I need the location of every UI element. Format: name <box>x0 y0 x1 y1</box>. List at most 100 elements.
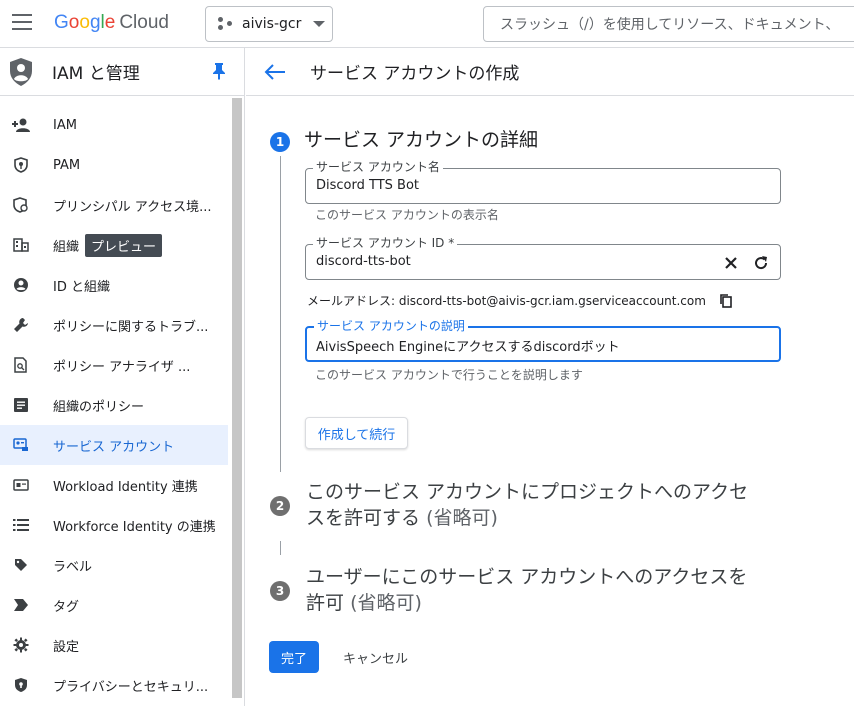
sidebar-item-settings[interactable]: 設定 <box>0 625 228 665</box>
document-search-icon <box>12 356 30 374</box>
step-3-title-line-2: 許可 <box>306 592 345 614</box>
sidebar-item-label: IAM <box>53 117 77 133</box>
search-input[interactable]: スラッシュ（/）を使用してリソース、ドキュメント、 <box>483 6 854 42</box>
project-selector[interactable]: aivis-gcr <box>205 6 333 42</box>
service-account-name-hint: このサービス アカウントの表示名 <box>315 208 499 222</box>
sidebar-item-pam[interactable]: PAM <box>0 145 228 185</box>
logo-letter: o <box>68 12 80 33</box>
logo-suffix: Cloud <box>119 12 169 33</box>
logo-letter: e <box>104 12 116 33</box>
step-2-title-line-1: このサービス アカウントにプロジェクトへのアクセ <box>306 481 749 503</box>
pin-icon[interactable] <box>212 62 226 80</box>
sidebar-item-label: プリンシパル アクセス境... <box>53 199 212 215</box>
project-icon <box>218 17 234 31</box>
sidebar-item-label: ポリシーに関するトラブ... <box>53 319 209 335</box>
cancel-button[interactable]: キャンセル <box>343 641 408 673</box>
sidebar-item-label: プライバシーとセキュリ... <box>53 679 209 695</box>
sidebar-item-org-policies[interactable]: 組織のポリシー <box>0 385 228 425</box>
sidebar-item-label: ラベル <box>53 559 93 575</box>
sidebar-item-workforce-identity[interactable]: Workforce Identity の連携 <box>0 505 228 545</box>
sidebar-header: IAM と管理 <box>0 48 244 96</box>
step-2-optional: (省略可) <box>426 507 498 529</box>
main-content: サービス アカウントの作成 1 サービス アカウントの詳細 サービス アカウント… <box>246 48 854 706</box>
sidebar-item-label: PAM <box>53 157 81 173</box>
sidebar-scrollbar[interactable] <box>232 98 242 698</box>
sidebar-item-workload-identity[interactable]: Workload Identity 連携 <box>0 465 228 505</box>
service-account-id-field[interactable]: サービス アカウント ID * discord-tts-bot <box>305 236 781 280</box>
menu-icon[interactable] <box>12 14 32 32</box>
sidebar-nav: IAM PAM プリンシパル アクセス境... 組織 プレビュー ID と組織 … <box>0 105 228 705</box>
sidebar-item-principal-access[interactable]: プリンシパル アクセス境... <box>0 185 228 225</box>
step-connector <box>280 541 281 555</box>
step-2-number: 2 <box>270 496 290 516</box>
page-header: サービス アカウントの作成 <box>246 48 854 96</box>
service-account-name-value: Discord TTS Bot <box>316 178 420 193</box>
logo-letter: o <box>79 12 90 33</box>
sidebar-item-label: 組織のポリシー <box>53 399 145 415</box>
tag-icon <box>12 596 30 614</box>
sidebar-item-tags[interactable]: タグ <box>0 585 228 625</box>
service-account-description-hint: このサービス アカウントで行うことを説明します <box>315 368 583 382</box>
step-connector <box>280 156 281 472</box>
logo-letter: g <box>89 12 101 33</box>
preview-badge: プレビュー <box>85 233 163 257</box>
done-button[interactable]: 完了 <box>269 641 319 673</box>
refresh-icon[interactable] <box>753 255 769 271</box>
back-arrow-icon[interactable] <box>264 63 286 80</box>
sidebar-title: IAM と管理 <box>52 64 140 84</box>
account-circle-icon <box>12 276 30 294</box>
sidebar-item-label: タグ <box>53 599 80 615</box>
list-document-icon <box>12 396 30 414</box>
step-1-number: 1 <box>270 132 290 152</box>
sidebar-item-policy-analyzer[interactable]: ポリシー アナライザ ... <box>0 345 228 385</box>
policy-icon <box>12 196 30 214</box>
clear-icon[interactable] <box>724 256 738 270</box>
service-account-icon <box>12 436 30 454</box>
sidebar-item-iam[interactable]: IAM <box>0 105 228 145</box>
top-bar: Google Cloud aivis-gcr スラッシュ（/）を使用してリソース、… <box>0 0 854 48</box>
sidebar-item-label: ID と組織 <box>53 279 110 295</box>
sidebar-item-service-accounts[interactable]: サービス アカウント <box>0 425 228 465</box>
sidebar-item-identity-org[interactable]: ID と組織 <box>0 265 228 305</box>
iam-shield-icon <box>10 57 32 86</box>
email-row: メールアドレス: discord-tts-bot@aivis-gcr.iam.g… <box>307 292 732 309</box>
chevron-down-icon <box>313 21 326 27</box>
search-placeholder: スラッシュ（/）を使用してリソース、ドキュメント、 <box>500 17 840 33</box>
sidebar-item-policy-troubleshooter[interactable]: ポリシーに関するトラブ... <box>0 305 228 345</box>
gear-icon <box>12 636 30 654</box>
project-name: aivis-gcr <box>242 16 302 32</box>
sidebar-item-label: ポリシー アナライザ ... <box>53 359 191 375</box>
email-address: メールアドレス: discord-tts-bot@aivis-gcr.iam.g… <box>307 294 706 308</box>
id-card-icon <box>12 476 30 494</box>
step-3-number: 3 <box>270 581 290 601</box>
privacy-shield-icon <box>12 676 30 694</box>
sidebar-item-privacy-security[interactable]: プライバシーとセキュリ... <box>0 665 228 705</box>
service-account-id-value: discord-tts-bot <box>316 254 411 269</box>
step-3-optional: (省略可) <box>350 592 422 614</box>
google-cloud-logo[interactable]: Google Cloud <box>54 12 169 34</box>
sidebar-item-label: 設定 <box>53 639 80 655</box>
step-2-title[interactable]: このサービス アカウントにプロジェクトへのアクセ スを許可する (省略可) <box>306 479 796 531</box>
building-icon <box>12 236 30 254</box>
service-account-name-field[interactable]: サービス アカウント名 Discord TTS Bot <box>305 160 781 204</box>
wrench-icon <box>12 316 30 334</box>
step-3-title[interactable]: ユーザーにこのサービス アカウントへのアクセスを 許可 (省略可) <box>306 564 796 616</box>
list-icon <box>12 516 30 534</box>
service-account-description-field[interactable]: サービス アカウントの説明 AivisSpeech Engineにアクセスするd… <box>305 319 781 362</box>
sidebar: IAM と管理 IAM PAM プリンシパル アクセス境... 組織 プレビュー… <box>0 48 245 706</box>
service-account-id-label: サービス アカウント ID * <box>313 236 458 250</box>
step-1-title[interactable]: サービス アカウントの詳細 <box>304 127 538 153</box>
service-account-name-label: サービス アカウント名 <box>313 160 443 174</box>
sidebar-item-labels[interactable]: ラベル <box>0 545 228 585</box>
label-icon <box>12 556 30 574</box>
service-account-description-label: サービス アカウントの説明 <box>314 319 468 333</box>
sidebar-item-label: 組織 <box>53 239 80 255</box>
copy-icon[interactable] <box>720 293 732 308</box>
person-add-icon <box>12 116 30 134</box>
shield-key-icon <box>12 156 30 174</box>
step-3-title-line-1: ユーザーにこのサービス アカウントへのアクセスを <box>306 566 748 588</box>
sidebar-item-label: Workload Identity 連携 <box>53 479 198 495</box>
create-and-continue-button[interactable]: 作成して続行 <box>305 417 408 449</box>
sidebar-item-organization[interactable]: 組織 プレビュー <box>0 225 228 265</box>
step-2-title-line-2: スを許可する <box>306 507 421 529</box>
